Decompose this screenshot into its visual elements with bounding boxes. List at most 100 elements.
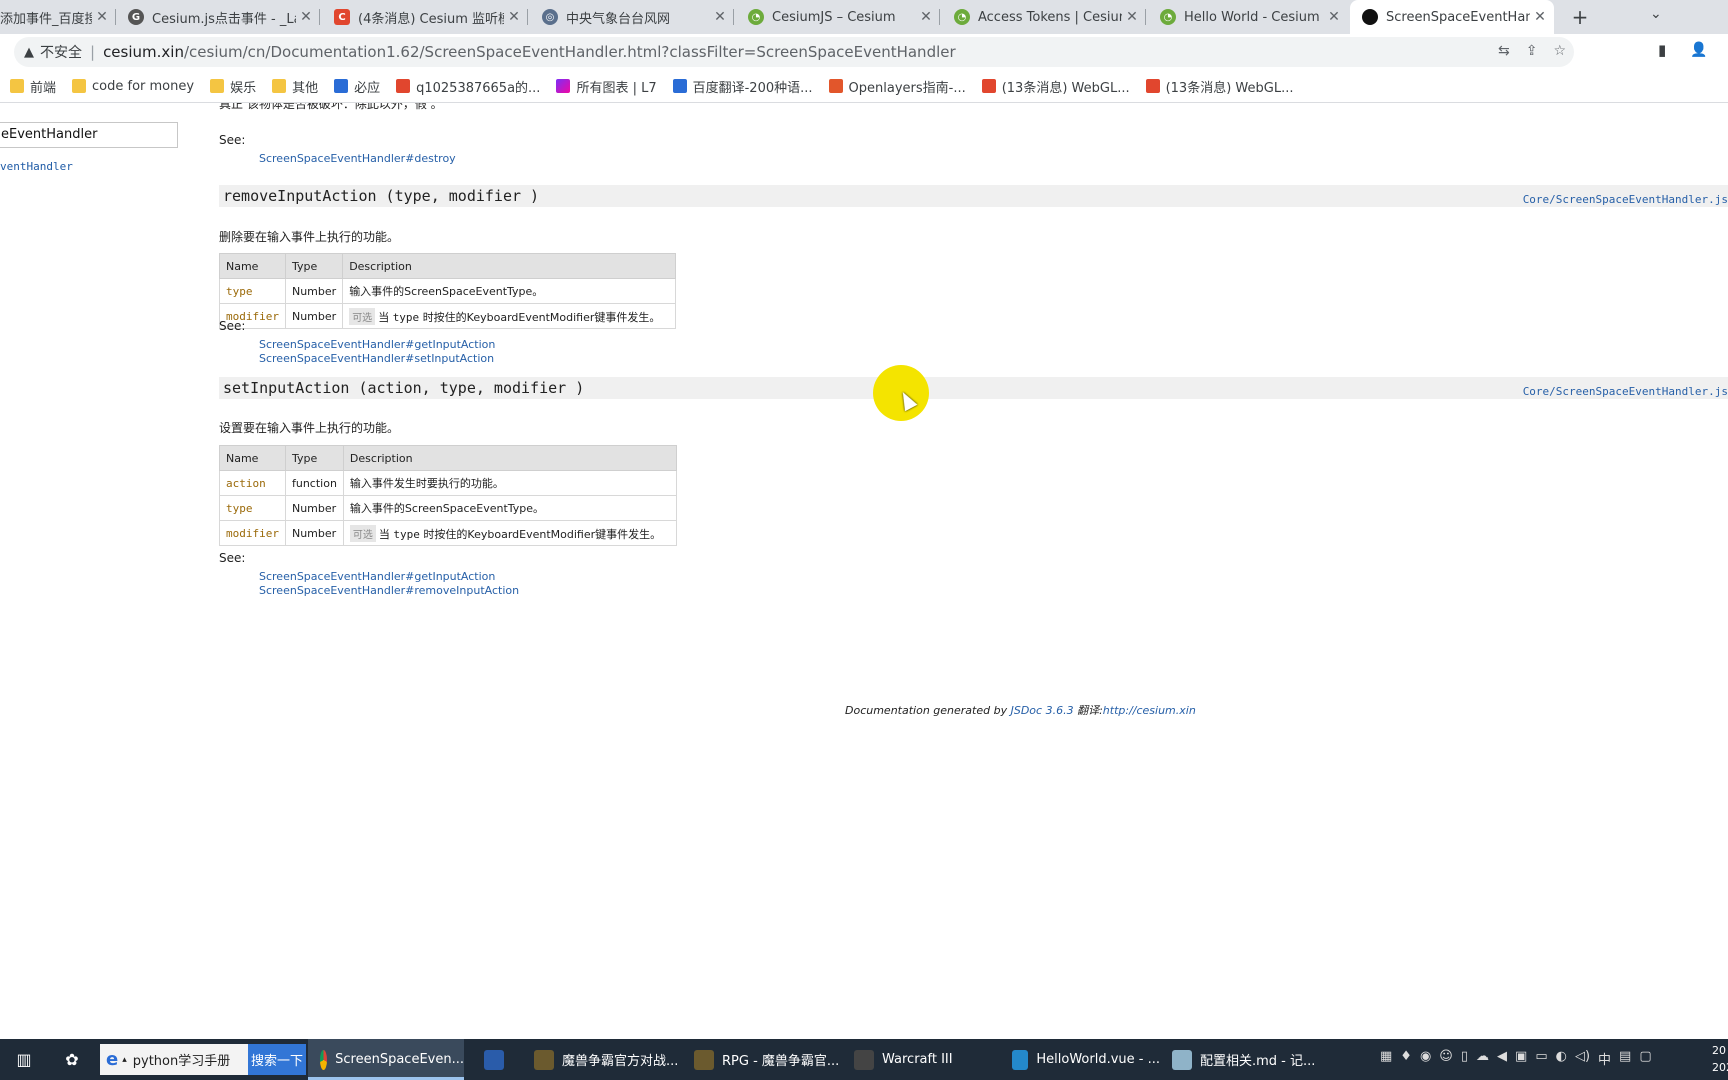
taskbar-app-vscode[interactable]: HelloWorld.vue - ... bbox=[1000, 1039, 1160, 1080]
table-row: modifier Number 可选当 type 时按住的KeyboardEve… bbox=[219, 520, 677, 546]
taskbar-app-notepad[interactable]: 配置相关.md - 记... bbox=[1160, 1039, 1320, 1080]
share-icon[interactable]: ⇪ bbox=[1526, 43, 1538, 59]
github-icon: G bbox=[128, 9, 144, 25]
tab-title: Cesium.js点击事件 - _Law bbox=[152, 11, 296, 27]
tab-screenspace-active[interactable]: ScreenSpaceEventHandler ✕ bbox=[1350, 0, 1554, 34]
tray-icon[interactable]: ♦ bbox=[1400, 1049, 1412, 1068]
close-icon[interactable]: ✕ bbox=[296, 9, 316, 25]
close-icon[interactable]: ✕ bbox=[504, 9, 524, 25]
l7-icon bbox=[556, 79, 571, 93]
tray-icon[interactable]: ◀ bbox=[1497, 1049, 1507, 1068]
tab-hello-world[interactable]: ◔ Hello World - Cesium Sandcastle ✕ bbox=[1148, 0, 1348, 34]
tray-icon[interactable]: ▣ bbox=[1515, 1049, 1527, 1068]
volume-icon[interactable]: ◁) bbox=[1575, 1049, 1590, 1068]
tray-icon[interactable]: ▯ bbox=[1461, 1049, 1468, 1068]
csdn-icon: C bbox=[334, 9, 350, 25]
table-row: modifier Number 可选当 type 时按住的KeyboardEve… bbox=[219, 303, 677, 329]
notification-icon[interactable]: ▢ bbox=[1639, 1049, 1651, 1068]
bookmarks-bar: 前端 code for money 娱乐 其他 必应 q1025387665a的… bbox=[0, 70, 1728, 103]
table-header-row: Name Type Description bbox=[219, 253, 677, 279]
address-bar[interactable]: ▲ 不安全 | cesium.xin/cesium/cn/Documentati… bbox=[14, 37, 1574, 67]
cesium-icon: ◔ bbox=[1160, 9, 1176, 25]
bookmark-openlayers[interactable]: Openlayers指南-... bbox=[828, 77, 966, 96]
bookmark-star-icon[interactable]: ☆ bbox=[1553, 43, 1566, 59]
tray-icon[interactable]: ◐ bbox=[1556, 1049, 1567, 1068]
tab-typhoon[interactable]: ◎ 中央气象台台风网 ✕ bbox=[530, 0, 734, 34]
bookmark-l7[interactable]: 所有图表 | L7 bbox=[556, 77, 657, 96]
bookmark-baidu-translate[interactable]: 百度翻译-200种语... bbox=[672, 77, 813, 96]
sidebar-class-link[interactable]: ventHandler bbox=[0, 160, 73, 173]
taskbar-app-warcraft3[interactable]: Warcraft III bbox=[842, 1039, 1000, 1080]
tab-strip: 添加事件_百度搜索 ✕ G Cesium.js点击事件 - _Law ✕ C (… bbox=[0, 0, 1728, 34]
see-link[interactable]: ScreenSpaceEventHandler#getInputAction bbox=[259, 570, 495, 583]
cesium-icon: ◔ bbox=[748, 9, 764, 25]
bookmark-other[interactable]: 其他 bbox=[272, 77, 318, 96]
powershell-icon bbox=[484, 1049, 504, 1070]
tab-csdn[interactable]: C (4条消息) Cesium 监听模型 ✕ bbox=[322, 0, 528, 34]
bookmark-bing[interactable]: 必应 bbox=[334, 77, 380, 96]
tab-title: 中央气象台台风网 bbox=[566, 11, 671, 27]
table-row: action function 输入事件发生时要执行的功能。 bbox=[219, 470, 677, 496]
tray-icon[interactable]: ▭ bbox=[1535, 1049, 1547, 1068]
taskbar-app-chrome[interactable]: ScreenSpaceEven... bbox=[308, 1039, 464, 1080]
tab-cesium-click[interactable]: G Cesium.js点击事件 - _Law ✕ bbox=[116, 0, 320, 34]
taskbar-app-powershell[interactable] bbox=[472, 1039, 522, 1080]
system-tray: ▦ ♦ ◉ ☺ ▯ ☁ ◀ ▣ ▭ ◐ ◁) 中 ▤ ▢ bbox=[1380, 1049, 1652, 1068]
close-icon[interactable]: ✕ bbox=[710, 9, 730, 25]
close-icon[interactable]: ✕ bbox=[1122, 9, 1142, 25]
chrome-icon bbox=[320, 1049, 328, 1070]
not-secure-label[interactable]: 不安全 bbox=[40, 42, 82, 62]
tab-baidu-search[interactable]: 添加事件_百度搜索 ✕ bbox=[0, 0, 116, 34]
doc-footer: Documentation generated by JSDoc 3.6.3 翻… bbox=[845, 704, 1196, 717]
bookmark-webgl-2[interactable]: (13条消息) WebGL... bbox=[1145, 77, 1293, 96]
profile-icon[interactable]: 👤 bbox=[1690, 42, 1707, 58]
bookmark-csdn-user[interactable]: q1025387665a的... bbox=[396, 77, 540, 96]
tray-icon[interactable]: ☺ bbox=[1439, 1049, 1453, 1068]
task-view-icon[interactable]: ▥ bbox=[12, 1047, 36, 1071]
jsdoc-link[interactable]: JSDoc 3.6.3 bbox=[1011, 704, 1074, 717]
close-icon[interactable]: ✕ bbox=[1530, 9, 1550, 25]
system-clock[interactable]: 20 202 bbox=[1712, 1042, 1728, 1076]
url-text[interactable]: cesium.xin/cesium/cn/Documentation1.62/S… bbox=[103, 43, 956, 61]
ime-icon[interactable]: 中 bbox=[1598, 1049, 1611, 1068]
taskbar-app-warcraft-rpg[interactable]: RPG - 魔兽争霸官... bbox=[682, 1039, 842, 1080]
jianshu-icon bbox=[828, 79, 843, 93]
table-header-row: Name Type Description bbox=[219, 445, 677, 471]
tray-icon[interactable]: ◉ bbox=[1420, 1049, 1431, 1068]
tray-icon[interactable]: ☁ bbox=[1476, 1049, 1489, 1068]
tab-cesiumjs[interactable]: ◔ CesiumJS – Cesium ✕ bbox=[736, 0, 940, 34]
close-icon[interactable]: ✕ bbox=[92, 9, 112, 25]
see-link[interactable]: ScreenSpaceEventHandler#getInputAction bbox=[259, 338, 495, 351]
taskbar-app-warcraft-battle[interactable]: 魔兽争霸官方对战... bbox=[522, 1039, 682, 1080]
source-link[interactable]: Core/ScreenSpaceEventHandler.js bbox=[1523, 189, 1728, 211]
source-link[interactable]: Core/ScreenSpaceEventHandler.js bbox=[1523, 381, 1728, 403]
new-tab-button[interactable]: + bbox=[1566, 4, 1594, 30]
tab-access-tokens[interactable]: ◔ Access Tokens | Cesium ion ✕ bbox=[942, 0, 1146, 34]
warcraft3-icon bbox=[854, 1049, 874, 1070]
bookmark-entertainment[interactable]: 娱乐 bbox=[210, 77, 256, 96]
bookmark-code-for-money[interactable]: code for money bbox=[72, 79, 194, 94]
see-link[interactable]: ScreenSpaceEventHandler#setInputAction bbox=[259, 352, 494, 365]
bookmark-webgl-1[interactable]: (13条消息) WebGL... bbox=[981, 77, 1130, 96]
method-description: 删除要在输入事件上执行的功能。 bbox=[219, 230, 400, 244]
tab-search-chevron-icon[interactable]: ⌄ bbox=[1650, 6, 1662, 22]
close-icon[interactable]: ✕ bbox=[1324, 9, 1344, 25]
tray-icon[interactable]: ▦ bbox=[1380, 1049, 1392, 1068]
taskbar-search-input[interactable]: e ▴ python学习手册 bbox=[100, 1044, 248, 1075]
close-icon[interactable]: ✕ bbox=[916, 9, 936, 25]
see-link[interactable]: ScreenSpaceEventHandler#removeInputActio… bbox=[259, 584, 519, 597]
class-filter-input[interactable]: eEventHandler bbox=[0, 122, 178, 148]
bookmark-frontend[interactable]: 前端 bbox=[10, 77, 56, 96]
translate-icon[interactable]: ⇆ bbox=[1498, 43, 1510, 59]
see-link-destroy[interactable]: ScreenSpaceEventHandler#destroy bbox=[259, 152, 456, 165]
app-launcher-icon[interactable]: ✿ bbox=[60, 1047, 84, 1071]
sidepanel-icon[interactable]: ▮ bbox=[1658, 41, 1666, 59]
doc-page: eEventHandler ventHandler 真正 该物体是否被破坏：除此… bbox=[0, 103, 1728, 1039]
warning-icon[interactable]: ▲ bbox=[24, 45, 34, 60]
site-link[interactable]: http://cesium.xin bbox=[1103, 704, 1196, 717]
taskbar-search-button[interactable]: 搜索一下 bbox=[248, 1044, 306, 1075]
tray-icon[interactable]: ▤ bbox=[1619, 1049, 1631, 1068]
method-signature-remove: removeInputAction (type, modifier ) Core… bbox=[219, 185, 1728, 207]
folder-icon bbox=[10, 79, 24, 93]
table-row: type Number 输入事件的ScreenSpaceEventType。 bbox=[219, 278, 677, 304]
